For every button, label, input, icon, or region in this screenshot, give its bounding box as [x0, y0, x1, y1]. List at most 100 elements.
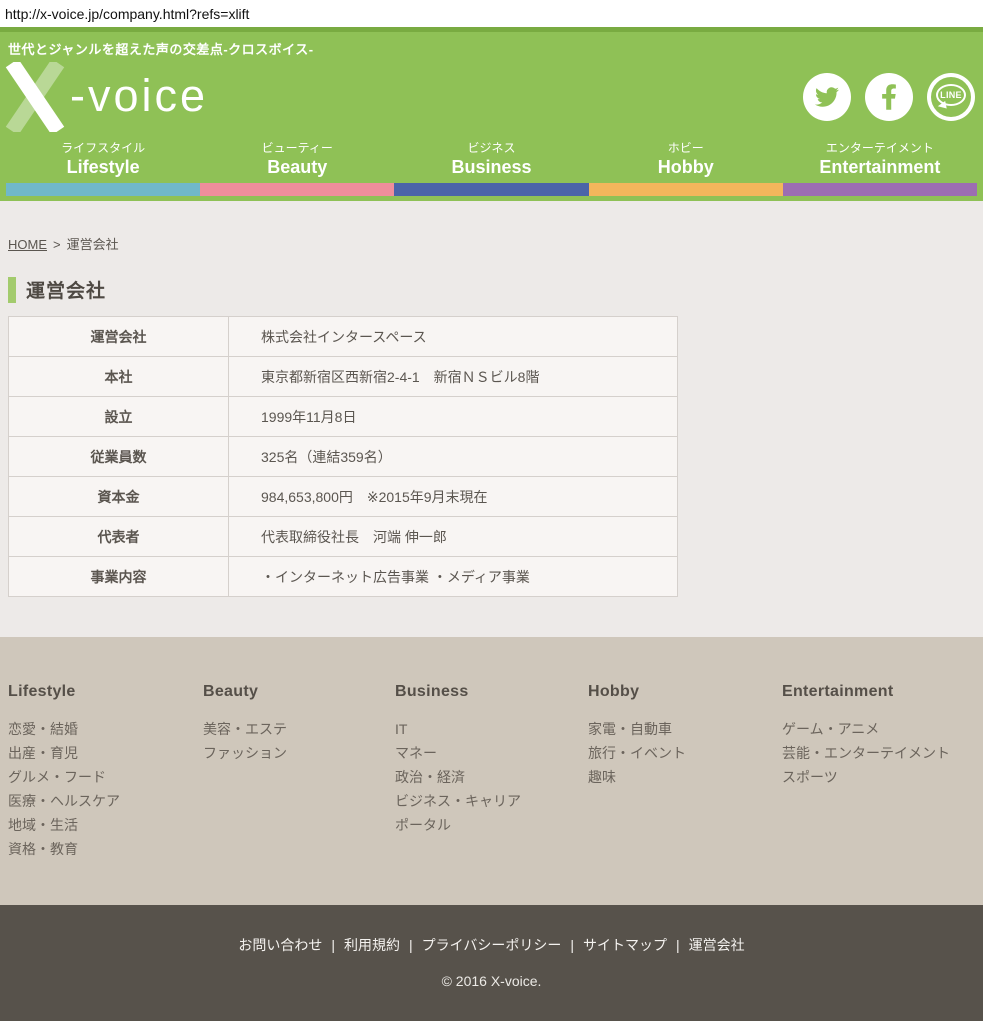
line-icon: LINE — [931, 77, 971, 117]
table-row: 代表者 代表取締役社長 河端 伸一郎 — [9, 517, 678, 557]
nav-item-hobby[interactable]: ホビー Hobby — [589, 137, 783, 183]
footer-column-beauty: Beauty 美容・エステ ファッション — [203, 683, 395, 905]
footer-link[interactable]: 医療・ヘルスケア — [8, 789, 203, 813]
nav-item-lifestyle[interactable]: ライフスタイル Lifestyle — [6, 137, 200, 183]
table-row-label: 設立 — [9, 397, 229, 437]
footer-link[interactable]: 家電・自動車 — [588, 717, 782, 741]
bottom-link-sitemap[interactable]: サイトマップ — [583, 937, 667, 953]
table-row-value: 984,653,800円 ※2015年9月末現在 — [229, 477, 678, 517]
table-row-label: 本社 — [9, 357, 229, 397]
bottom-link-separator: | — [570, 937, 574, 953]
nav-label-jp: ビューティー — [262, 140, 333, 156]
twitter-button[interactable] — [803, 73, 851, 121]
footer-column-business: Business IT マネー 政治・経済 ビジネス・キャリア ポータル — [395, 683, 588, 905]
facebook-icon — [881, 83, 897, 111]
sitemap-footer: Lifestyle 恋愛・結婚 出産・育児 グルメ・フード 医療・ヘルスケア 地… — [0, 637, 983, 905]
line-button[interactable]: LINE — [927, 73, 975, 121]
footer-link[interactable]: マネー — [395, 741, 588, 765]
logo-row: -voice LINE — [0, 57, 983, 137]
footer-column-title: Entertainment — [782, 683, 977, 701]
nav-label-en: Entertainment — [819, 156, 940, 178]
table-row-value: 325名（連結359名） — [229, 437, 678, 477]
nav-label-en: Business — [451, 156, 531, 178]
footer-column-title: Hobby — [588, 683, 782, 701]
footer-link[interactable]: 趣味 — [588, 765, 782, 789]
nav-item-business[interactable]: ビジネス Business — [394, 137, 588, 183]
table-row-label: 事業内容 — [9, 557, 229, 597]
twitter-icon — [813, 85, 841, 109]
table-row: 本社 東京都新宿区西新宿2-4-1 新宿ＮＳビル8階 — [9, 357, 678, 397]
footer-link[interactable]: 恋愛・結婚 — [8, 717, 203, 741]
table-row-value: 1999年11月8日 — [229, 397, 678, 437]
bottom-link-company[interactable]: 運営会社 — [689, 937, 745, 953]
footer-link[interactable]: ファッション — [203, 741, 395, 765]
footer-column-entertainment: Entertainment ゲーム・アニメ 芸能・エンターテイメント スポーツ — [782, 683, 977, 905]
table-row: 従業員数 325名（連結359名） — [9, 437, 678, 477]
nav-label-jp: ライフスタイル — [61, 140, 145, 156]
stripe-segment-hobby — [589, 183, 783, 196]
footer-link[interactable]: 政治・経済 — [395, 765, 588, 789]
logo[interactable]: -voice — [8, 62, 208, 132]
footer-link[interactable]: スポーツ — [782, 765, 977, 789]
facebook-button[interactable] — [865, 73, 913, 121]
footer-link[interactable]: 美容・エステ — [203, 717, 395, 741]
table-row-value: 代表取締役社長 河端 伸一郎 — [229, 517, 678, 557]
footer-link[interactable]: 資格・教育 — [8, 837, 203, 861]
main-nav: ライフスタイル Lifestyle ビューティー Beauty ビジネス Bus… — [0, 137, 983, 183]
nav-item-entertainment[interactable]: エンターテイメント Entertainment — [783, 137, 977, 183]
main-content: HOME > 運営会社 運営会社 運営会社 株式会社インタースペース 本社 東京都新… — [0, 201, 983, 637]
footer-link[interactable]: IT — [395, 717, 588, 741]
nav-label-jp: ホビー — [668, 140, 704, 156]
footer-column-lifestyle: Lifestyle 恋愛・結婚 出産・育児 グルメ・フード 医療・ヘルスケア 地… — [8, 683, 203, 905]
nav-label-en: Hobby — [658, 156, 714, 178]
footer-link[interactable]: 旅行・イベント — [588, 741, 782, 765]
stripe-segment-entertainment — [783, 183, 977, 196]
breadcrumb-separator: > — [53, 237, 61, 252]
bottom-link-privacy[interactable]: プライバシーポリシー — [422, 937, 562, 953]
table-row: 運営会社 株式会社インタースペース — [9, 317, 678, 357]
breadcrumb-home-link[interactable]: HOME — [8, 237, 47, 252]
title-accent-bar — [8, 277, 16, 303]
footer-link[interactable]: 地域・生活 — [8, 813, 203, 837]
footer-link[interactable]: ビジネス・キャリア — [395, 789, 588, 813]
copyright: © 2016 X-voice. — [0, 973, 983, 989]
footer-link[interactable]: 芸能・エンターテイメント — [782, 741, 977, 765]
bottom-link-separator: | — [676, 937, 680, 953]
footer-column-hobby: Hobby 家電・自動車 旅行・イベント 趣味 — [588, 683, 782, 905]
bottom-bar: お問い合わせ | 利用規約 | プライバシーポリシー | サイトマップ | 運営会社 © 201… — [0, 905, 983, 1021]
table-row-value: 東京都新宿区西新宿2-4-1 新宿ＮＳビル8階 — [229, 357, 678, 397]
breadcrumb: HOME>運営会社 — [0, 201, 983, 253]
logo-x-icon — [2, 62, 68, 132]
table-row-value: 株式会社インタースペース — [229, 317, 678, 357]
site-tagline: 世代とジャンルを超えた声の交差点-クロスボイス- — [0, 32, 983, 57]
logo-text: -voice — [70, 70, 208, 122]
stripe-segment-lifestyle — [6, 183, 200, 196]
bottom-link-separator: | — [331, 937, 335, 953]
bottom-link-contact[interactable]: お問い合わせ — [238, 937, 322, 953]
footer-column-title: Lifestyle — [8, 683, 203, 701]
bottom-link-terms[interactable]: 利用規約 — [344, 937, 400, 953]
stripe-segment-beauty — [200, 183, 394, 196]
table-row: 設立 1999年11月8日 — [9, 397, 678, 437]
nav-item-beauty[interactable]: ビューティー Beauty — [200, 137, 394, 183]
site-header: 世代とジャンルを超えた声の交差点-クロスボイス- -voice — [0, 27, 983, 201]
table-row-label: 資本金 — [9, 477, 229, 517]
stripe-segment-business — [394, 183, 588, 196]
social-buttons: LINE — [803, 73, 975, 121]
table-row-label: 代表者 — [9, 517, 229, 557]
company-info-table: 運営会社 株式会社インタースペース 本社 東京都新宿区西新宿2-4-1 新宿ＮＳ… — [8, 316, 678, 597]
footer-column-title: Beauty — [203, 683, 395, 701]
table-row-label: 運営会社 — [9, 317, 229, 357]
footer-link[interactable]: ゲーム・アニメ — [782, 717, 977, 741]
table-row: 事業内容 ・インターネット広告事業 ・メディア事業 — [9, 557, 678, 597]
page-title: 運営会社 — [8, 276, 983, 303]
footer-link[interactable]: ポータル — [395, 813, 588, 837]
table-row: 資本金 984,653,800円 ※2015年9月末現在 — [9, 477, 678, 517]
footer-link[interactable]: グルメ・フード — [8, 765, 203, 789]
table-row-label: 従業員数 — [9, 437, 229, 477]
bottom-link-separator: | — [409, 937, 413, 953]
footer-column-title: Business — [395, 683, 588, 701]
url-bar[interactable]: http://x-voice.jp/company.html?refs=xlif… — [0, 0, 983, 27]
table-row-value: ・インターネット広告事業 ・メディア事業 — [229, 557, 678, 597]
footer-link[interactable]: 出産・育児 — [8, 741, 203, 765]
